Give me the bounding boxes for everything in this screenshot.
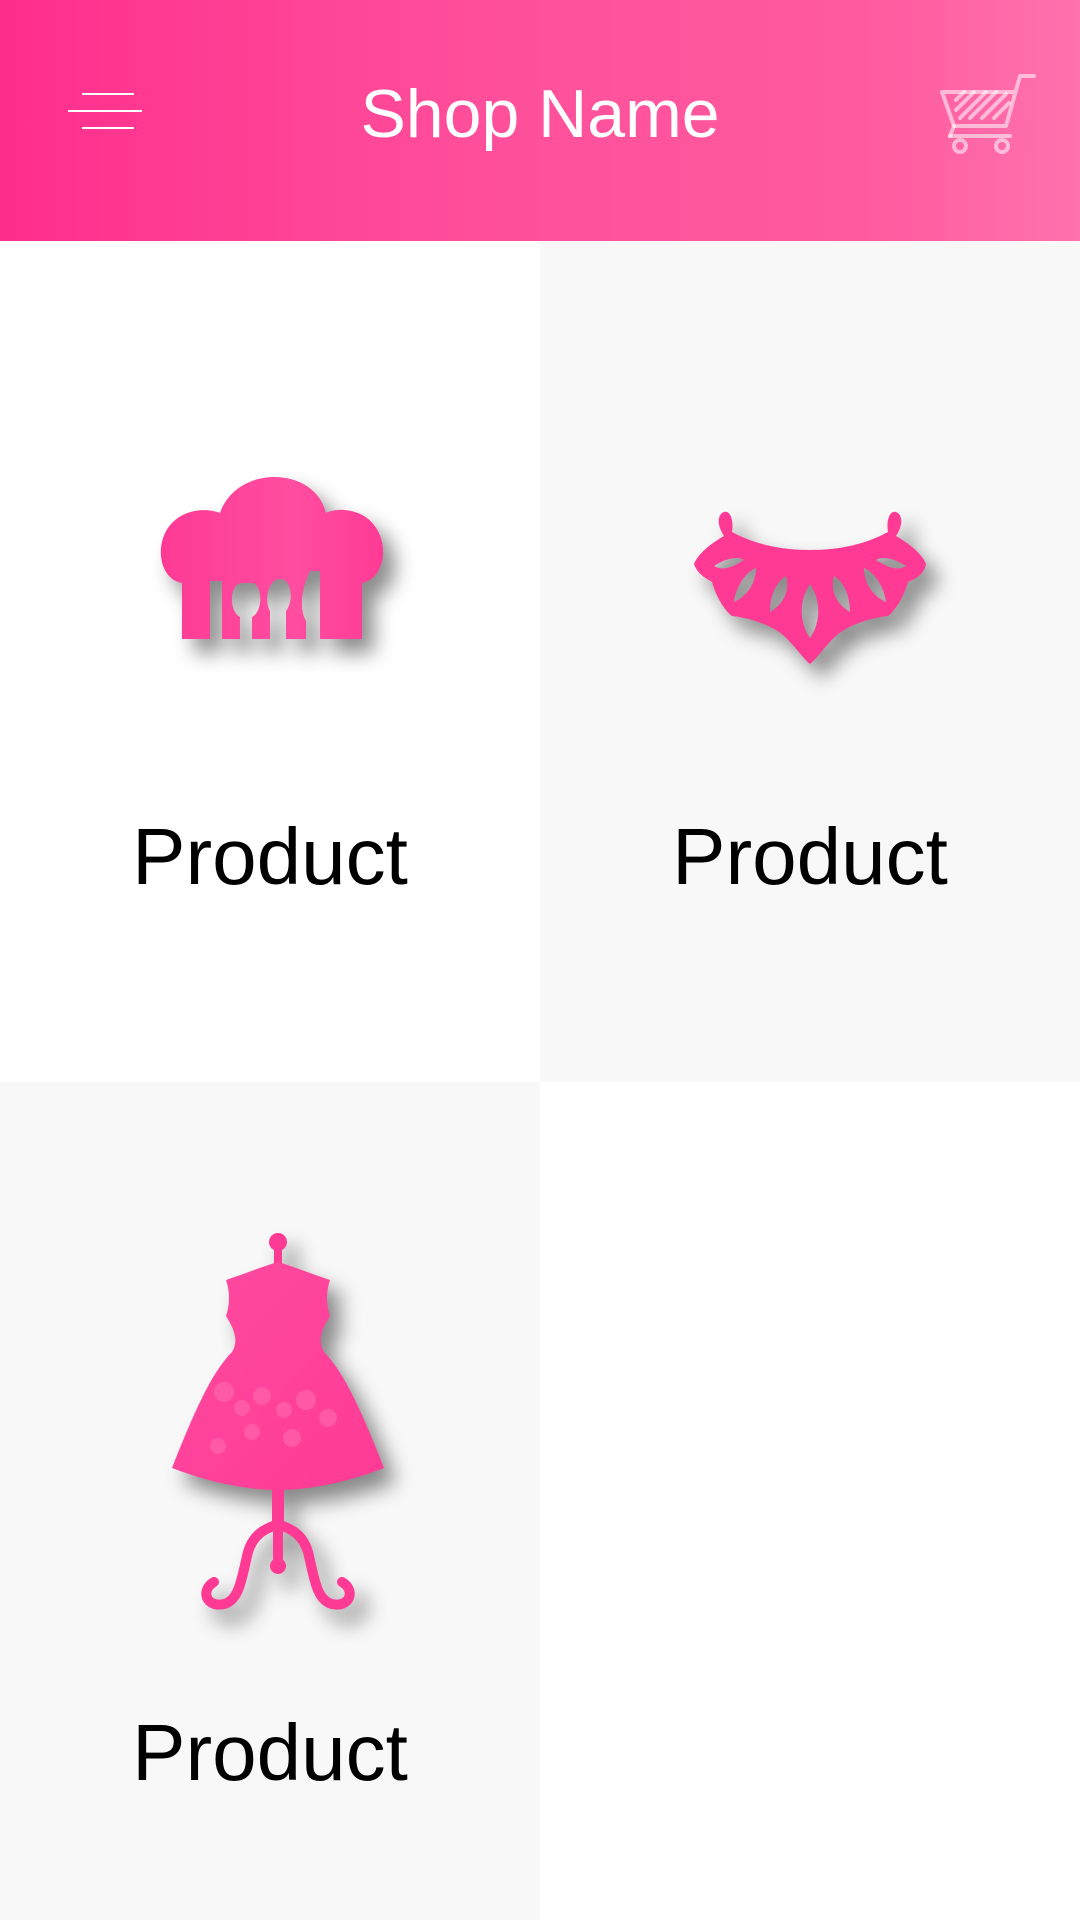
necklace-icon [694,511,926,664]
product-card[interactable]: Product [540,241,1080,1082]
dress-mannequin-icon [172,1233,384,1610]
shop-title: Shop Name [360,76,720,152]
product-label: Product [132,1708,408,1797]
chef-hat-cutlery-icon [160,477,384,639]
cart-svg [940,74,1036,154]
app-screen: Shop Name Product Product Product [0,0,1080,1920]
shopping-cart-icon[interactable] [930,70,1040,155]
product-card[interactable]: Product [0,241,540,1082]
product-card[interactable]: Product [0,1082,540,1920]
product-label: Product [672,812,948,901]
product-label: Product [132,812,408,901]
app-header: Shop Name [0,0,1080,241]
empty-grid-slot [540,1082,1080,1920]
